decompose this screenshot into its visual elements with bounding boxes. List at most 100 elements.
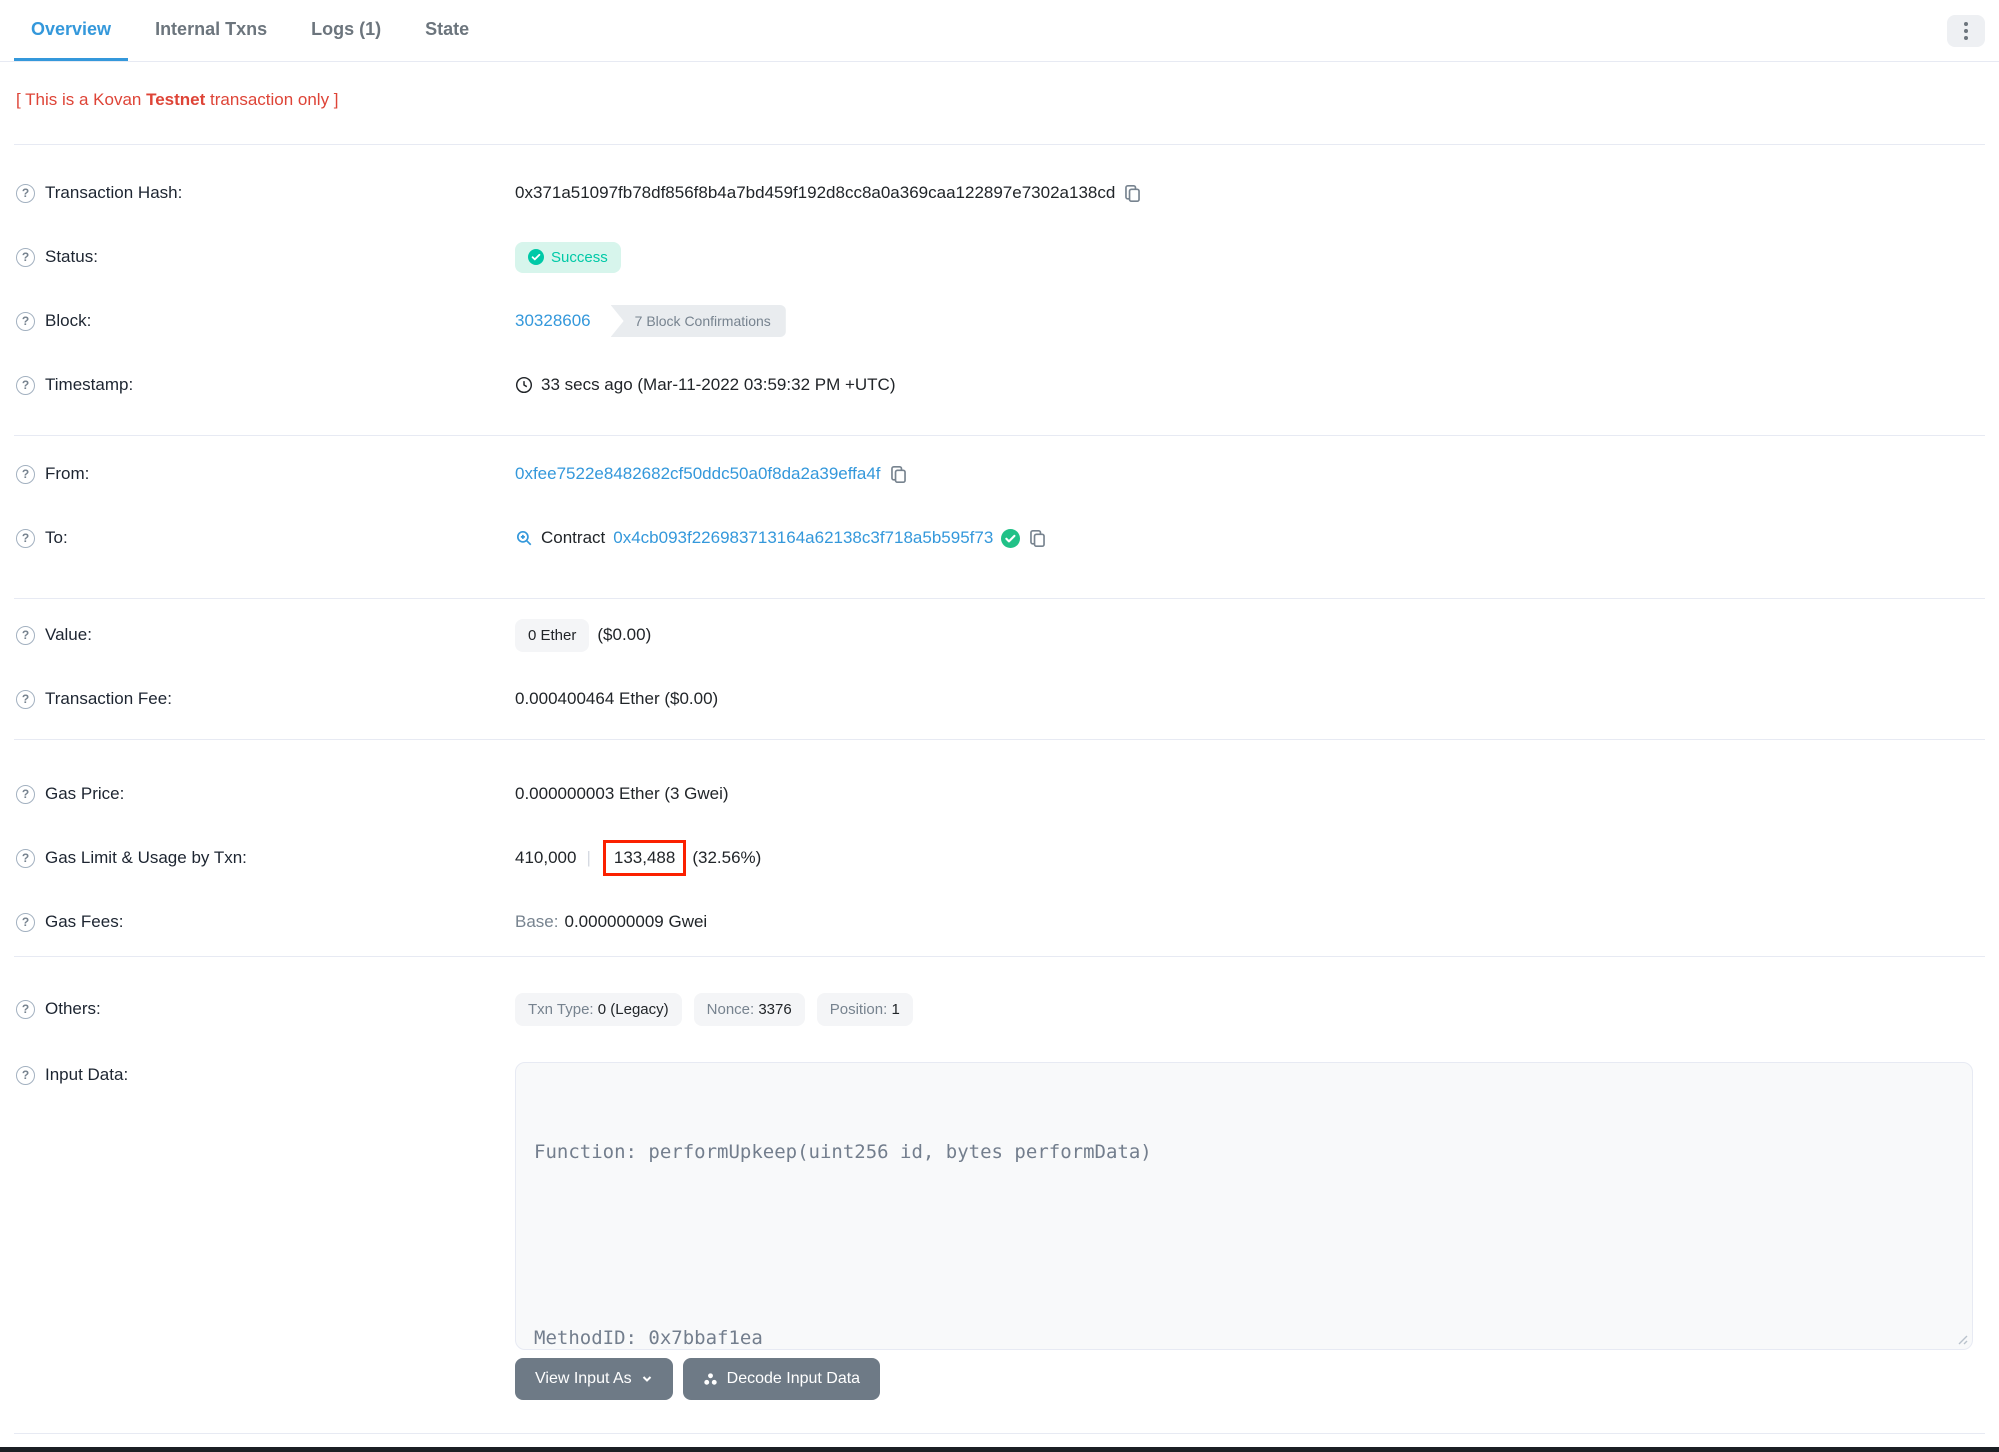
section-gas: ? Gas Price: 0.000000003 Ether (3 Gwei) …	[0, 740, 1999, 956]
tab-bar: Overview Internal Txns Logs (1) State	[0, 0, 1999, 62]
copy-transaction-hash-button[interactable]	[1123, 184, 1142, 203]
to-address-link[interactable]: 0x4cb093f226983713164a62138c3f718a5b595f…	[613, 528, 993, 548]
gas-limit-label: Gas Limit & Usage by Txn:	[45, 848, 247, 867]
warning-suffix: transaction only ]	[205, 90, 339, 109]
warning-prefix: [ This is a Kovan	[16, 90, 147, 109]
row-transaction-fee: ? Transaction Fee: 0.000400464 Ether ($0…	[0, 667, 1999, 731]
txn-type-badge: Txn Type: 0 (Legacy)	[515, 992, 682, 1026]
input-actions: View Input As Decode Input Data	[515, 1358, 1999, 1400]
gas-used-value: 133,488	[613, 848, 676, 867]
section-value-fee: ? Value: 0 Ether ($0.00) ? Transaction F…	[0, 599, 1999, 739]
others-label: Others:	[45, 999, 101, 1018]
tab-logs[interactable]: Logs (1)	[294, 0, 398, 61]
resize-handle[interactable]	[1954, 1331, 1968, 1345]
row-value: ? Value: 0 Ether ($0.00)	[0, 603, 1999, 667]
nonce-badge-value: 3376	[758, 1000, 792, 1018]
value-badge: 0 Ether	[515, 618, 590, 652]
row-gas-limit-usage: ? Gas Limit & Usage by Txn: 410,000 | 13…	[0, 826, 1999, 890]
gas-fees-base-label: Base:	[515, 912, 559, 931]
from-address-link[interactable]: 0xfee7522e8482682cf50ddc50a0f8da2a39effa…	[515, 464, 881, 484]
row-to: ? To: Contract 0x4cb093f226983713164a621…	[0, 506, 1999, 570]
copy-from-address-button[interactable]	[889, 465, 908, 484]
status-text: Success	[551, 248, 608, 266]
help-icon[interactable]: ?	[16, 311, 35, 331]
help-icon[interactable]: ?	[16, 528, 35, 548]
status-badge: Success	[515, 241, 621, 273]
testnet-warning: [ This is a Kovan Testnet transaction on…	[16, 90, 1983, 110]
more-options-button[interactable]	[1947, 14, 1985, 47]
transaction-page: Overview Internal Txns Logs (1) State [ …	[0, 0, 1999, 1452]
tab-overview[interactable]: Overview	[14, 0, 129, 61]
input-function-line: Function: performUpkeep(uint256 id, byte…	[534, 1141, 1152, 1163]
input-data-textarea[interactable]: Function: performUpkeep(uint256 id, byte…	[515, 1062, 1973, 1350]
row-block: ? Block: 30328606 7 Block Confirmations	[0, 289, 1999, 353]
help-icon[interactable]: ?	[16, 464, 35, 484]
help-icon[interactable]: ?	[16, 625, 35, 645]
testnet-warning-section: [ This is a Kovan Testnet transaction on…	[0, 62, 1999, 144]
help-icon[interactable]: ?	[16, 784, 35, 804]
copy-to-address-button[interactable]	[1028, 529, 1047, 548]
gas-price-label: Gas Price:	[45, 784, 125, 803]
gas-used-annotation-box: 133,488	[602, 840, 687, 876]
gas-fees-base-value: 0.000000009 Gwei	[564, 912, 708, 931]
transaction-hash-value: 0x371a51097fb78df856f8b4a7bd459f192d8cc8…	[515, 183, 1116, 202]
row-others: ? Others: Txn Type: 0 (Legacy) Nonce: 33…	[0, 977, 1999, 1041]
to-contract-prefix: Contract	[541, 528, 606, 547]
input-data-label: Input Data:	[45, 1065, 129, 1084]
timestamp-value: 33 secs ago (Mar-11-2022 03:59:32 PM +UT…	[541, 375, 896, 394]
txn-type-badge-value: 0 (Legacy)	[597, 1000, 669, 1018]
block-number-link[interactable]: 30328606	[515, 311, 591, 331]
row-timestamp: ? Timestamp: 33 secs ago (Mar-11-2022 03…	[0, 353, 1999, 417]
gas-limit-value: 410,000	[515, 848, 577, 867]
value-usd: ($0.00)	[597, 625, 652, 644]
help-icon[interactable]: ?	[16, 1065, 35, 1085]
row-gas-fees: ? Gas Fees: Base: 0.000000009 Gwei	[0, 890, 1999, 954]
view-input-as-button[interactable]: View Input As	[515, 1358, 673, 1400]
gas-used-percent: (32.56%)	[692, 848, 762, 867]
tab-internal-txns[interactable]: Internal Txns	[138, 0, 284, 61]
block-confirmations-badge: 7 Block Confirmations	[610, 305, 786, 337]
divider	[14, 1433, 1985, 1434]
position-badge-label: Position:	[829, 1000, 888, 1018]
row-status: ? Status: Success	[0, 225, 1999, 289]
input-method-line: MethodID: 0x7bbaf1ea	[534, 1327, 763, 1349]
copy-icon	[890, 465, 906, 483]
row-gas-price: ? Gas Price: 0.000000003 Ether (3 Gwei)	[0, 762, 1999, 826]
txn-type-badge-label: Txn Type:	[528, 1000, 594, 1018]
gas-price-value: 0.000000003 Ether (3 Gwei)	[515, 784, 729, 803]
help-icon[interactable]: ?	[16, 689, 35, 709]
row-from: ? From: 0xfee7522e8482682cf50ddc50a0f8da…	[0, 442, 1999, 506]
gas-separator: |	[586, 848, 591, 867]
help-icon[interactable]: ?	[16, 183, 35, 203]
check-circle-icon	[528, 249, 544, 265]
from-label: From:	[45, 464, 90, 483]
search-plus-icon[interactable]	[515, 529, 533, 547]
clock-icon	[515, 376, 533, 394]
decode-input-data-label: Decode Input Data	[726, 1370, 861, 1387]
to-label: To:	[45, 528, 68, 547]
section-addresses: ? From: 0xfee7522e8482682cf50ddc50a0f8da…	[0, 436, 1999, 598]
copy-icon	[1125, 184, 1141, 202]
tab-state[interactable]: State	[408, 0, 486, 61]
value-label: Value:	[45, 625, 92, 644]
row-transaction-hash: ? Transaction Hash: 0x371a51097fb78df856…	[0, 161, 1999, 225]
help-icon[interactable]: ?	[16, 375, 35, 395]
section-others-input: ? Others: Txn Type: 0 (Legacy) Nonce: 33…	[0, 957, 1999, 1433]
help-icon[interactable]: ?	[16, 848, 35, 868]
cubes-icon	[703, 1372, 717, 1385]
help-icon[interactable]: ?	[16, 912, 35, 932]
help-icon[interactable]: ?	[16, 247, 35, 267]
view-input-as-label: View Input As	[535, 1370, 632, 1387]
verified-check-icon	[1001, 528, 1021, 548]
kebab-menu-icon	[1964, 21, 1968, 40]
transaction-fee-label: Transaction Fee:	[45, 689, 172, 708]
row-input-data: ? Input Data: Function: performUpkeep(ui…	[0, 1041, 1999, 1350]
timestamp-label: Timestamp:	[45, 375, 134, 394]
position-badge-value: 1	[891, 1000, 900, 1018]
help-icon[interactable]: ?	[16, 999, 35, 1019]
warning-bold: Testnet	[146, 90, 206, 109]
transaction-fee-value: 0.000400464 Ether ($0.00)	[515, 689, 719, 708]
block-label: Block:	[45, 311, 92, 330]
decode-input-data-button[interactable]: Decode Input Data	[682, 1358, 881, 1400]
copy-icon	[1030, 529, 1046, 547]
